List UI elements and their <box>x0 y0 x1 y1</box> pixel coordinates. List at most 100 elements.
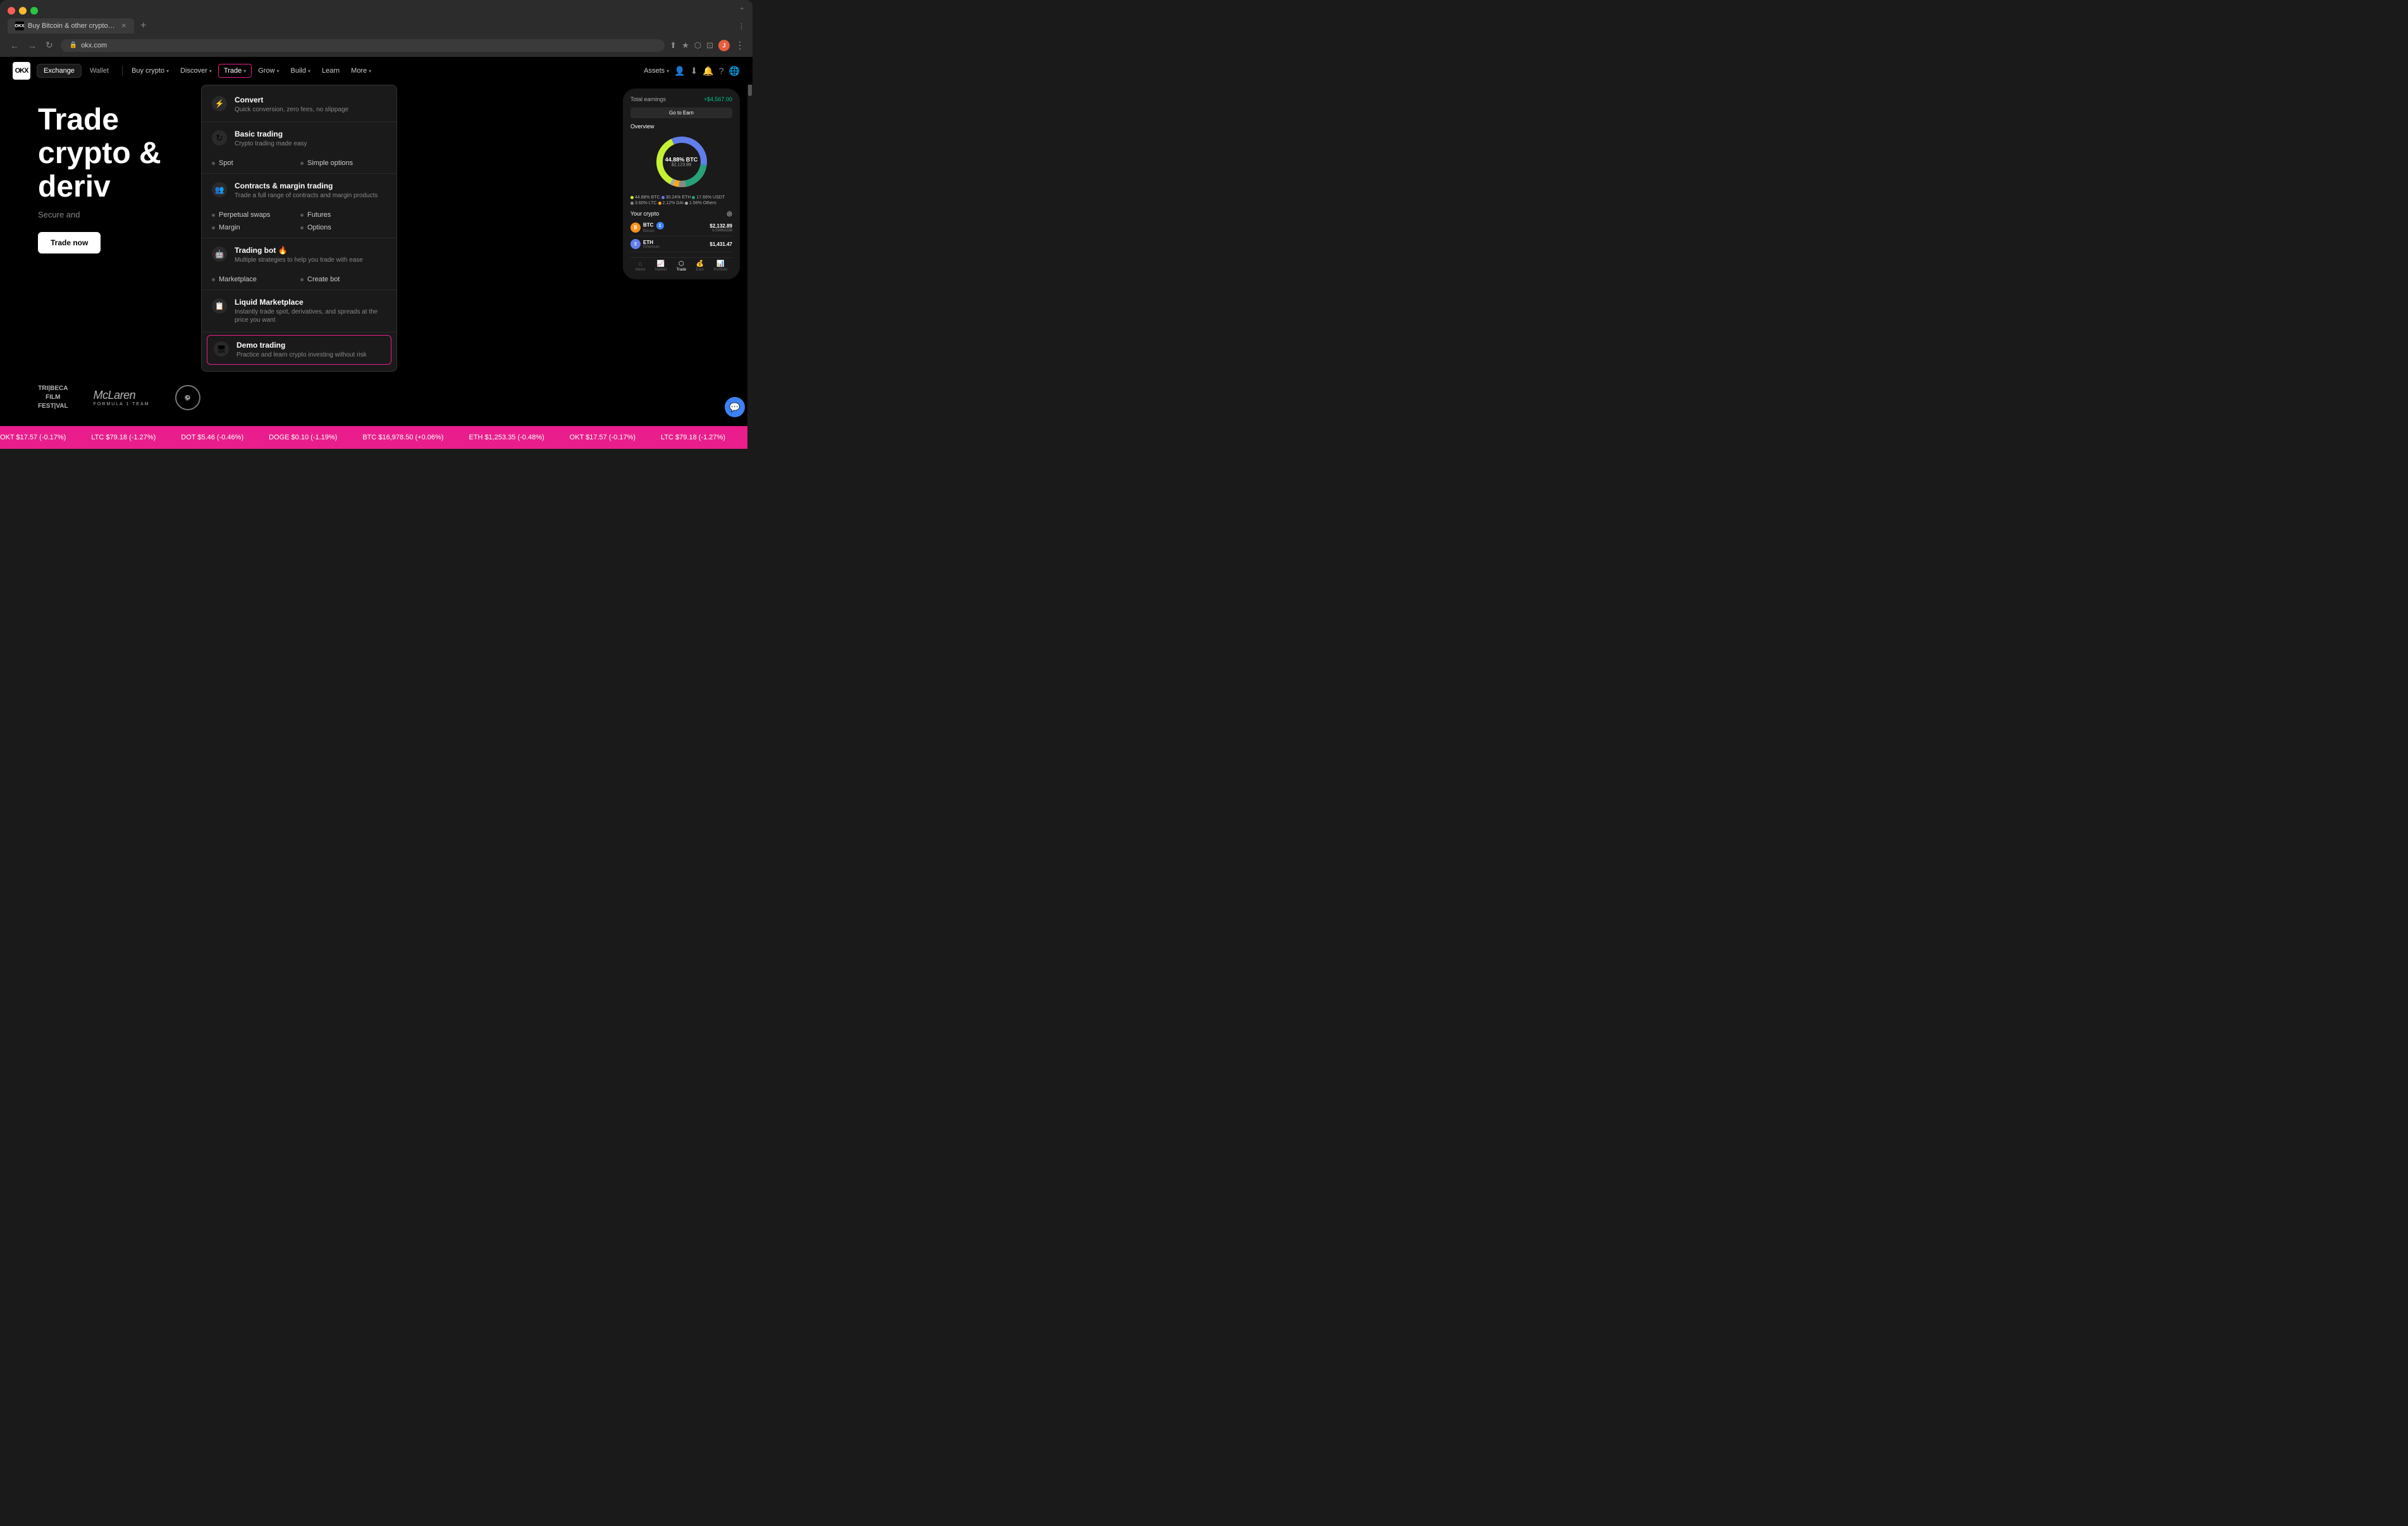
create-bot-bullet <box>300 278 304 281</box>
sub-item-spot[interactable]: Spot <box>212 158 298 168</box>
perpetual-swaps-label: Perpetual swaps <box>219 211 270 219</box>
demo-trading-title: Demo trading <box>236 341 384 350</box>
nav-buttons: ← → ↻ <box>8 39 56 52</box>
dropdown-item-basic-trading[interactable]: ↻ Basic trading Crypto trading made easy <box>202 123 396 154</box>
traffic-lights <box>8 7 38 15</box>
menu-item-discover[interactable]: Discover ▾ <box>175 64 217 77</box>
nav-tab-exchange[interactable]: Exchange <box>37 64 82 78</box>
share-icon[interactable]: ⬆ <box>670 40 677 51</box>
legend-eth: 30.24% ETH <box>661 195 691 200</box>
dropdown-item-liquid-marketplace[interactable]: 📋 Liquid Marketplace Instantly trade spo… <box>202 291 396 331</box>
tab-favicon: OKX <box>15 21 24 30</box>
dropdown-item-demo-trading[interactable]: 🖥 Demo trading Practice and learn crypto… <box>207 335 391 365</box>
site-body: OKX Exchange Wallet Buy crypto ▾ Discove… <box>0 57 752 449</box>
dropdown-item-convert[interactable]: ⚡ Convert Quick conversion, zero fees, n… <box>202 89 396 120</box>
contracts-margin-icon: 👥 <box>212 182 227 197</box>
build-chevron-icon: ▾ <box>308 68 310 74</box>
legend-dot-eth <box>661 196 665 199</box>
phone-nav-portfolio[interactable]: 📊 Portfolio <box>713 260 727 272</box>
trade-chevron-icon: ▾ <box>243 68 246 74</box>
menu-item-learn[interactable]: Learn <box>317 64 345 77</box>
perpetual-swaps-bullet <box>212 214 215 217</box>
forward-button[interactable]: → <box>25 39 39 52</box>
user-icon[interactable]: 👤 <box>674 66 685 76</box>
okx-logo[interactable]: OKX <box>13 62 30 80</box>
sub-item-simple-options[interactable]: Simple options <box>300 158 386 168</box>
buy-crypto-chevron-icon: ▾ <box>166 68 169 74</box>
basic-trading-desc: Crypto trading made easy <box>235 140 386 148</box>
trade-now-button[interactable]: Trade now <box>38 232 101 253</box>
menu-item-build[interactable]: Build ▾ <box>286 64 316 77</box>
download-icon[interactable]: ⬇ <box>691 66 698 76</box>
help-icon[interactable]: ? <box>719 66 724 76</box>
go-to-earn-button[interactable]: Go to Earn <box>630 107 732 118</box>
menu-item-buy-crypto[interactable]: Buy crypto ▾ <box>126 64 174 77</box>
your-crypto-label: Your crypto ◎ <box>630 211 732 217</box>
menu-item-grow[interactable]: Grow ▾ <box>253 64 284 77</box>
minimize-button[interactable] <box>19 7 27 15</box>
legend-others: 1.56% Others <box>685 201 716 205</box>
assets-dropdown[interactable]: Assets ▾ <box>644 67 669 75</box>
menu-item-trade[interactable]: Trade ▾ <box>218 64 252 78</box>
phone-nav-market[interactable]: 📈 Market <box>655 260 666 272</box>
title-bar: ⌃ <box>0 0 752 18</box>
menu-item-more[interactable]: More ▾ <box>346 64 376 77</box>
chat-bubble-button[interactable]: 💬 <box>725 397 745 417</box>
sub-item-futures[interactable]: Futures <box>300 210 386 220</box>
scrollbar[interactable] <box>747 57 752 449</box>
build-label: Build <box>291 67 306 75</box>
phone-bottom-nav: ⌂ Home 📈 Market ⬡ Trade 💰 Earn 📊 Portfol… <box>630 257 732 272</box>
close-button[interactable] <box>8 7 15 15</box>
okx-menu: Buy crypto ▾ Discover ▾ Trade ▾ Grow ▾ B… <box>126 64 644 78</box>
marketplace-label: Marketplace <box>219 276 257 283</box>
sub-item-marketplace[interactable]: Marketplace <box>212 274 298 284</box>
mclaren-logo: McLaren FORMULA 1 TEAM <box>94 389 150 406</box>
tab-title: Buy Bitcoin & other cryptocurr... <box>28 22 118 30</box>
sub-item-perpetual-swaps[interactable]: Perpetual swaps <box>212 210 298 220</box>
user-profile-dot[interactable]: J <box>718 40 730 51</box>
url-text: okx.com <box>81 42 107 49</box>
profile-icon[interactable]: ⊡ <box>706 40 713 51</box>
globe-icon[interactable]: 🌐 <box>729 66 740 76</box>
ticker-inner: OKT $17.57 (-0.17%) LTC $79.18 (-1.27%) … <box>0 434 752 441</box>
legend-usdt: 17.66% USDT <box>692 195 725 200</box>
reload-button[interactable]: ↻ <box>43 39 56 52</box>
marketplace-bullet <box>212 278 215 281</box>
new-tab-button[interactable]: + <box>137 19 150 33</box>
convert-title: Convert <box>235 95 386 104</box>
lock-icon: 🔒 <box>70 42 77 49</box>
legend-dot-dai <box>658 202 661 205</box>
sub-item-options[interactable]: Options <box>300 223 386 233</box>
browser-more-icon[interactable]: ⋮ <box>735 39 745 52</box>
tab-close-icon[interactable]: ✕ <box>121 23 126 30</box>
earn-icon: 💰 <box>696 260 703 267</box>
browser-tab[interactable]: OKX Buy Bitcoin & other cryptocurr... ✕ <box>8 18 134 34</box>
sub-item-margin[interactable]: Margin <box>212 223 298 233</box>
url-bar[interactable]: 🔒 okx.com <box>61 39 665 52</box>
back-button[interactable]: ← <box>8 39 22 52</box>
maximize-button[interactable] <box>30 7 38 15</box>
market-label: Market <box>655 268 666 272</box>
divider-5 <box>202 332 396 333</box>
phone-nav-home[interactable]: ⌂ Home <box>636 260 646 272</box>
phone-nav-trade[interactable]: ⬡ Trade <box>677 260 686 272</box>
discover-chevron-icon: ▾ <box>209 68 212 74</box>
bell-icon[interactable]: 🔔 <box>703 66 713 76</box>
eth-symbol: ETH <box>643 240 710 245</box>
nav-tab-wallet[interactable]: Wallet <box>83 64 116 78</box>
contracts-sub-items: Perpetual swaps Futures Margin Options <box>202 206 396 236</box>
margin-label: Margin <box>219 224 240 231</box>
phone-nav-earn[interactable]: 💰 Earn <box>696 260 704 272</box>
dropdown-item-trading-bot[interactable]: 🤖 Trading bot 🔥 Multiple strategies to h… <box>202 240 396 271</box>
your-crypto-settings-icon[interactable]: ◎ <box>727 211 732 217</box>
basic-trading-title: Basic trading <box>235 130 386 138</box>
window-controls-icon[interactable]: ⌃ <box>739 6 745 15</box>
divider-2 <box>202 173 396 174</box>
manchester-city-logo: ⚽ <box>175 385 200 410</box>
eth-icon: Ξ <box>630 239 641 249</box>
legend-dai: 2.12% DAI <box>658 201 684 205</box>
bookmark-icon[interactable]: ★ <box>682 40 689 51</box>
sub-item-create-bot[interactable]: Create bot <box>300 274 386 284</box>
dropdown-item-contracts-margin[interactable]: 👥 Contracts & margin trading Trade a ful… <box>202 175 396 206</box>
extension-icon[interactable]: ⬡ <box>694 40 701 51</box>
